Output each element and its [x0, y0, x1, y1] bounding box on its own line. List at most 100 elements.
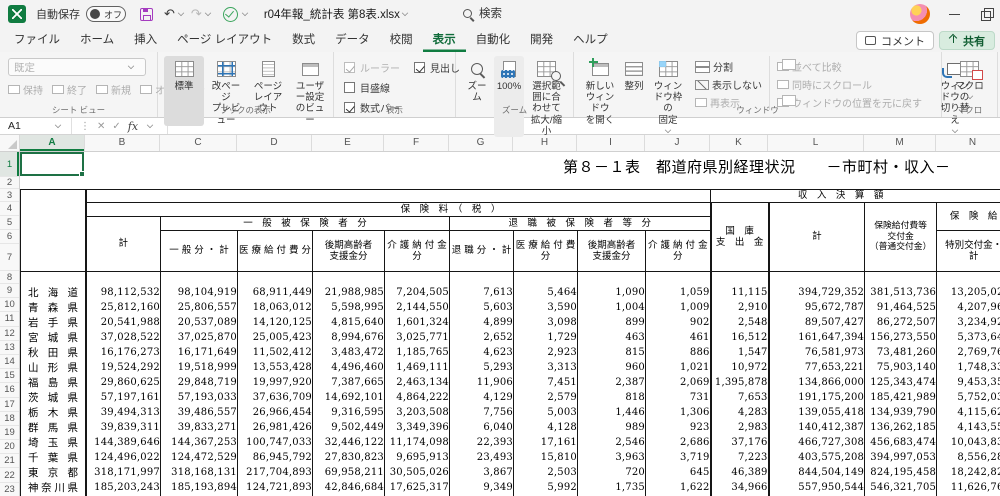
tab-file[interactable]: ファイル: [4, 27, 70, 52]
row-header-7[interactable]: 7: [0, 244, 19, 271]
cell[interactable]: 37,636,709: [237, 389, 313, 405]
cell[interactable]: 19,524,292: [85, 359, 161, 375]
cell[interactable]: 9,502,449: [312, 419, 385, 435]
row-header-16[interactable]: 16: [0, 383, 19, 398]
cell[interactable]: 1,735: [577, 479, 646, 495]
cell[interactable]: [936, 271, 1000, 285]
header-nursing2[interactable]: 介 護 納 付 金 分: [644, 230, 712, 272]
row-header-15[interactable]: 15: [0, 369, 19, 384]
cell[interactable]: 86,272,507: [864, 314, 937, 330]
cell[interactable]: 11,174,098: [384, 434, 450, 450]
addin-chevron-icon[interactable]: [241, 9, 248, 17]
cell[interactable]: 2,769,760: [936, 344, 1000, 360]
header-benefit-grant[interactable]: 保険給付費等 交付金 （普通交付金）: [864, 202, 938, 272]
check-circle-addin-icon[interactable]: [222, 6, 238, 22]
avatar[interactable]: [910, 4, 930, 24]
cell-prefecture[interactable]: 福島県: [20, 374, 87, 390]
drag-dots-icon[interactable]: ⋮: [80, 121, 90, 132]
cell[interactable]: 57,197,161: [85, 389, 161, 405]
cell[interactable]: 1,748,331: [936, 359, 1000, 375]
cell[interactable]: 394,997,053: [864, 449, 937, 465]
header-premium[interactable]: 保 険 料 （ 税 ）: [84, 202, 712, 217]
cell[interactable]: 100,747,033: [237, 434, 313, 450]
cell[interactable]: [449, 271, 514, 285]
cell[interactable]: 9,453,358: [936, 374, 1000, 390]
cell[interactable]: 3,349,396: [384, 419, 450, 435]
cell[interactable]: 30,505,026: [384, 464, 450, 480]
cell[interactable]: 902: [644, 314, 711, 330]
fx-chevron-icon[interactable]: [146, 121, 154, 129]
cell[interactable]: [577, 271, 646, 285]
hide-button[interactable]: 表示しない: [695, 77, 762, 92]
cell[interactable]: 14,120,125: [237, 314, 313, 330]
cell[interactable]: [709, 271, 769, 285]
cell[interactable]: 185,203,243: [85, 479, 161, 495]
cell[interactable]: 98,104,919: [160, 284, 238, 300]
cell[interactable]: 844,504,149: [767, 464, 865, 480]
cell[interactable]: 19,518,999: [160, 359, 238, 375]
tab-page-layout[interactable]: ページ レイアウト: [167, 27, 282, 52]
autosave-toggle[interactable]: オフ: [86, 6, 126, 22]
column-header-E[interactable]: E: [312, 135, 384, 151]
row-header-21[interactable]: 21: [0, 454, 19, 469]
cell[interactable]: 1,469,111: [384, 359, 450, 375]
cell[interactable]: 11,115: [709, 284, 769, 300]
cell[interactable]: [160, 271, 238, 285]
column-header-H[interactable]: H: [513, 135, 577, 151]
cell[interactable]: 26,981,426: [237, 419, 313, 435]
cell-sheet-title[interactable]: 第８－１表 都道府県別経理状況 －市町村・収入－: [563, 156, 951, 177]
cell[interactable]: [312, 271, 385, 285]
cell[interactable]: 124,472,529: [160, 449, 238, 465]
row-header-18[interactable]: 18: [0, 412, 19, 426]
row-header-6[interactable]: 6: [0, 230, 19, 244]
redo-chevron-icon[interactable]: [204, 9, 211, 17]
cell-prefecture[interactable]: 神奈川県: [20, 479, 87, 495]
cell[interactable]: 2,503: [513, 464, 578, 480]
cell[interactable]: 136,262,185: [864, 419, 937, 435]
cell[interactable]: 16,176,273: [85, 344, 161, 360]
row-header-13[interactable]: 13: [0, 341, 19, 355]
arrange-all-button[interactable]: 整列: [620, 56, 648, 92]
header-income-settlement[interactable]: 収 入 決 算 額: [710, 189, 1000, 203]
cell[interactable]: 76,581,973: [767, 344, 865, 360]
share-button[interactable]: 共有: [939, 31, 995, 50]
column-header-F[interactable]: F: [384, 135, 449, 151]
row-header-17[interactable]: 17: [0, 398, 19, 412]
cell[interactable]: 39,839,311: [85, 419, 161, 435]
header-medical2[interactable]: 医 療 給 付 費 分: [513, 230, 578, 272]
selection-a1[interactable]: [20, 152, 85, 177]
cell[interactable]: [85, 271, 161, 285]
cell[interactable]: 124,496,022: [85, 449, 161, 465]
cell[interactable]: 2,910: [709, 299, 769, 315]
row-header-20[interactable]: 20: [0, 440, 19, 455]
cell[interactable]: 1,021: [644, 359, 711, 375]
cell[interactable]: 2,387: [577, 374, 646, 390]
header-income-total[interactable]: 計: [767, 202, 866, 272]
cell[interactable]: 191,175,200: [767, 389, 865, 405]
cell[interactable]: 1,306: [644, 404, 711, 420]
cell[interactable]: [237, 271, 313, 285]
cell[interactable]: 3,025,771: [384, 329, 450, 345]
cell[interactable]: 77,653,221: [767, 359, 865, 375]
cell[interactable]: 1,622: [644, 479, 711, 495]
column-header-G[interactable]: G: [449, 135, 513, 151]
cell-prefecture[interactable]: 東京都: [20, 464, 87, 480]
cell[interactable]: 4,623: [449, 344, 514, 360]
cell[interactable]: 25,005,423: [237, 329, 313, 345]
cell[interactable]: 461: [644, 329, 711, 345]
cell-prefecture[interactable]: 群馬県: [20, 419, 87, 435]
cell[interactable]: 4,496,460: [312, 359, 385, 375]
cell[interactable]: 7,653: [709, 389, 769, 405]
split-button[interactable]: 分割: [695, 59, 762, 74]
excel-logo-icon[interactable]: [8, 5, 26, 23]
cell[interactable]: 720: [577, 464, 646, 480]
cell[interactable]: 886: [644, 344, 711, 360]
header-general-total[interactable]: 一 般 分 ・ 計: [160, 230, 238, 272]
row-header-4[interactable]: 4: [0, 202, 19, 216]
cell[interactable]: 9,316,595: [312, 404, 385, 420]
cell[interactable]: 2,069: [644, 374, 711, 390]
column-header-K[interactable]: K: [710, 135, 768, 151]
column-header-A[interactable]: A: [20, 135, 85, 151]
cell[interactable]: 818: [577, 389, 646, 405]
cell[interactable]: 2,652: [449, 329, 514, 345]
